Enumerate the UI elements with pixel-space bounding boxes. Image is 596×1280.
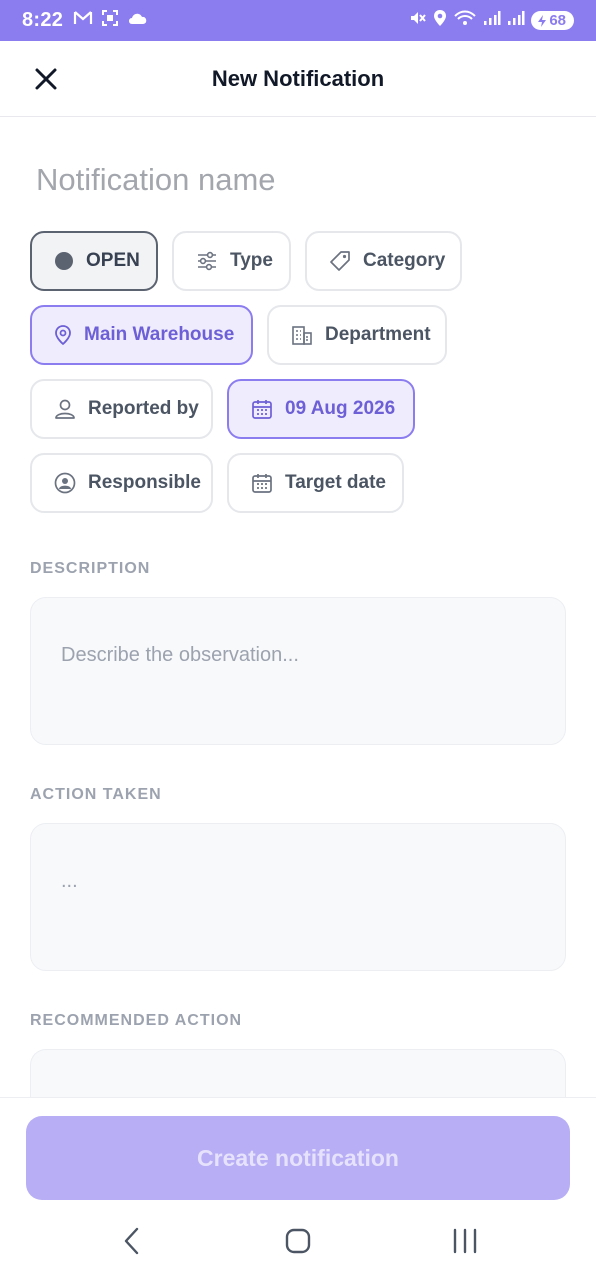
- header: New Notification: [0, 41, 596, 117]
- user-icon: [55, 399, 75, 419]
- location-pin-icon: [55, 325, 71, 346]
- nav-back-button[interactable]: [110, 1223, 154, 1259]
- tag-icon: [330, 251, 350, 271]
- system-nav-bar: [0, 1209, 596, 1280]
- action-taken-label: ACTION TAKEN: [30, 786, 162, 803]
- date-chip-label: 09 Aug 2026: [285, 398, 396, 419]
- description-textarea[interactable]: Describe the observation...: [30, 597, 566, 745]
- footer: Create notification: [0, 1097, 596, 1209]
- type-chip-label: Type: [230, 250, 273, 271]
- action-taken-placeholder: ...: [61, 870, 78, 892]
- battery-icon: 68: [531, 11, 574, 30]
- cloud-icon: [127, 11, 149, 30]
- chevron-left-icon: [124, 1227, 139, 1255]
- department-chip-label: Department: [325, 324, 431, 345]
- battery-level: 68: [549, 12, 566, 29]
- target-date-chip[interactable]: Target date: [227, 453, 404, 513]
- building-icon: [292, 326, 312, 345]
- status-chip[interactable]: OPEN: [30, 231, 158, 291]
- home-square-icon: [285, 1228, 311, 1254]
- mute-icon: [409, 9, 427, 32]
- description-placeholder: Describe the observation...: [61, 644, 299, 666]
- status-right-icons: 68: [409, 9, 574, 32]
- reported-by-chip[interactable]: Reported by: [30, 379, 213, 439]
- recents-icon: [453, 1228, 477, 1254]
- nav-home-button[interactable]: [276, 1223, 320, 1259]
- status-bar: 8:22 68: [0, 0, 596, 41]
- department-chip[interactable]: Department: [267, 305, 447, 365]
- calendar-icon: [252, 474, 272, 493]
- status-time: 8:22: [22, 9, 64, 31]
- calendar-icon: [252, 400, 272, 419]
- wifi-icon: [453, 9, 477, 32]
- reported-by-chip-label: Reported by: [88, 398, 199, 419]
- signal-icon: [483, 10, 501, 31]
- description-label: DESCRIPTION: [30, 560, 151, 577]
- location-chip[interactable]: Main Warehouse: [30, 305, 253, 365]
- notification-name-input[interactable]: [36, 155, 556, 205]
- gmail-icon: [73, 10, 93, 31]
- close-button[interactable]: [28, 61, 64, 97]
- category-chip[interactable]: Category: [305, 231, 462, 291]
- date-chip[interactable]: 09 Aug 2026: [227, 379, 415, 439]
- status-left-icons: [73, 9, 149, 32]
- action-taken-textarea[interactable]: ...: [30, 823, 566, 971]
- create-notification-button[interactable]: Create notification: [26, 1116, 570, 1200]
- signal-icon: [507, 10, 525, 31]
- status-chip-label: OPEN: [86, 250, 140, 271]
- close-icon: [35, 68, 57, 90]
- status-dot-icon: [55, 252, 73, 270]
- responsible-chip[interactable]: Responsible: [30, 453, 213, 513]
- category-chip-label: Category: [363, 250, 446, 271]
- type-chip[interactable]: Type: [172, 231, 291, 291]
- screenshot-icon: [101, 9, 119, 32]
- target-date-chip-label: Target date: [285, 472, 387, 493]
- location-icon: [433, 9, 447, 32]
- recommended-action-label: RECOMMENDED ACTION: [30, 1012, 243, 1029]
- user-circle-icon: [54, 472, 76, 494]
- location-chip-label: Main Warehouse: [84, 324, 235, 345]
- page-title: New Notification: [211, 65, 385, 91]
- nav-recents-button[interactable]: [443, 1223, 487, 1259]
- sliders-icon: [198, 251, 216, 271]
- responsible-chip-label: Responsible: [88, 472, 201, 493]
